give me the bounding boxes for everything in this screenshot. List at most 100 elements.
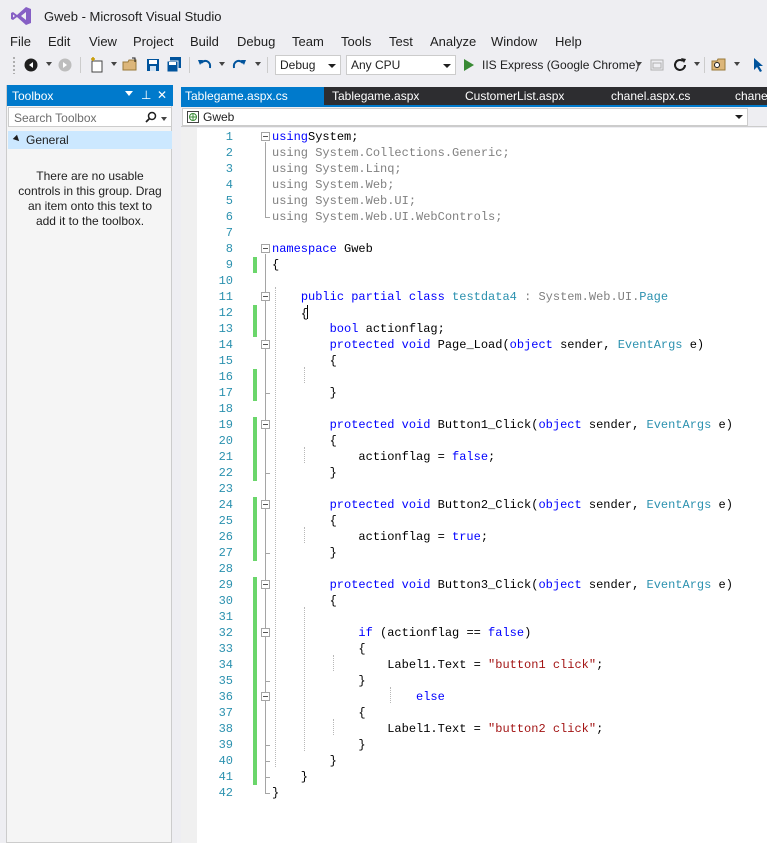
menu-analyze[interactable]: Analyze [430,34,476,49]
search-options-caret[interactable] [161,117,167,121]
menu-team[interactable]: Team [292,34,324,49]
code-line[interactable]: { [272,257,279,273]
code-line[interactable]: } [272,769,308,785]
run-target-dropdown-caret[interactable] [636,62,642,66]
refresh-browser-button[interactable] [671,55,689,75]
menu-window[interactable]: Window [491,34,537,49]
collapse-outline-button[interactable] [261,628,270,637]
open-file-button[interactable] [121,55,139,75]
code-line[interactable]: public partial class testdata4 : System.… [272,289,668,305]
code-line[interactable]: } [272,465,337,481]
collapse-outline-button[interactable] [261,580,270,589]
new-project-button[interactable] [88,55,106,75]
menu-file[interactable]: File [10,34,31,49]
solution-platform-select[interactable]: Any CPU [346,55,456,75]
collapse-outline-button[interactable] [261,244,270,253]
menu-test[interactable]: Test [389,34,413,49]
code-line[interactable]: } [272,545,337,561]
collapse-outline-button[interactable] [261,132,270,141]
new-dropdown-caret[interactable] [111,62,117,66]
tab-tablegame-aspx-cs[interactable]: Tablegame.aspx.cs [181,87,324,105]
change-tracking-bar [253,369,257,385]
menu-project[interactable]: Project [133,34,173,49]
back-arrow-icon [24,58,38,72]
window-position-icon[interactable] [125,91,133,96]
code-line[interactable]: namespace Gweb [272,241,373,257]
code-area[interactable]: 1 usingSystem; 2 using System.Collections.G… [181,128,767,843]
solution-configuration-select[interactable]: Debug [275,55,341,75]
line-number: 35 [218,674,233,688]
navigate-back-button[interactable] [22,55,40,75]
undo-dropdown-caret[interactable] [219,62,225,66]
code-line[interactable]: using System.Collections.Generic; [272,145,510,161]
code-token: } [272,786,280,800]
collapse-outline-button[interactable] [261,692,270,701]
code-line[interactable]: using System.Web.UI; [272,193,416,209]
tab-chanel-aspx-cs[interactable]: chanel.aspx.cs [607,87,727,105]
toolbar-grip[interactable] [12,56,16,74]
collapse-outline-button[interactable] [261,340,270,349]
overflow-toolbar-button[interactable] [750,55,766,75]
code-line[interactable]: } [272,785,279,801]
undo-button[interactable] [196,55,214,75]
code-line[interactable]: using System.Linq; [272,161,402,177]
close-icon[interactable]: ✕ [157,88,167,102]
collapse-outline-button[interactable] [261,420,270,429]
line-number: 40 [218,754,233,768]
code-line[interactable]: protected void Button3_Click(object send… [272,577,733,593]
refresh-dropdown-caret[interactable] [694,62,700,66]
code-line[interactable]: { [272,641,365,657]
code-line[interactable]: using System.Web; [272,177,394,193]
panel-splitter[interactable] [173,77,181,843]
menu-help[interactable]: Help [555,34,582,49]
search-icon[interactable] [145,111,157,123]
code-line[interactable]: Label1.Text = "button2 click"; [272,721,603,737]
code-line[interactable]: protected void Button1_Click(object send… [272,417,733,433]
menu-tools[interactable]: Tools [341,34,371,49]
tab-tablegame-aspx[interactable]: Tablegame.aspx [328,87,457,105]
redo-button[interactable] [230,55,248,75]
menu-build[interactable]: Build [190,34,219,49]
code-line[interactable]: Label1.Text = "button1 click"; [272,657,603,673]
collapse-outline-button[interactable] [261,292,270,301]
code-line[interactable]: { [272,305,309,321]
navigate-forward-button[interactable] [57,55,73,75]
pin-icon[interactable]: ⊥ [141,88,151,102]
line-number: 36 [218,690,233,704]
line-number: 12 [218,306,233,320]
save-all-button[interactable] [166,55,182,75]
menu-edit[interactable]: Edit [48,34,70,49]
code-line[interactable]: using System.Web.UI.WebControls; [272,209,502,225]
menu-debug[interactable]: Debug [237,34,275,49]
project-select[interactable]: Gweb [182,108,748,126]
browser-link-button[interactable] [649,55,665,75]
start-debugging-button[interactable]: IIS Express (Google Chrome) [464,55,639,75]
code-line[interactable]: } [272,753,337,769]
code-line[interactable]: protected void Page_Load(object sender, … [272,337,705,353]
code-line[interactable]: actionflag = false; [272,449,495,465]
find-in-files-button[interactable] [710,55,728,75]
redo-dropdown-caret[interactable] [255,62,261,66]
toolbox-group-general[interactable]: General [8,131,172,149]
code-line[interactable]: { [272,705,365,721]
code-line[interactable]: protected void Button2_Click(object send… [272,497,733,513]
tab-customerlist-aspx[interactable]: CustomerList.aspx [461,87,603,105]
code-line[interactable]: bool actionflag; [272,321,445,337]
code-line[interactable]: usingSystem; [272,129,358,145]
find-dropdown-caret[interactable] [734,62,740,66]
back-dropdown-caret[interactable] [46,62,52,66]
collapse-outline-button[interactable] [261,500,270,509]
code-line[interactable]: else [272,689,445,705]
menu-view[interactable]: View [89,34,117,49]
tab-chanel[interactable]: chanel [731,87,767,105]
code-line[interactable]: } [272,385,337,401]
code-line[interactable]: if (actionflag == false) [272,625,531,641]
save-button[interactable] [145,55,161,75]
code-token: } [272,674,366,688]
toolbar-separator [267,57,268,73]
code-line[interactable]: } [272,673,366,689]
code-editor[interactable]: 1 usingSystem; 2 using System.Collections.G… [181,128,767,843]
code-line[interactable]: } [272,737,365,753]
toolbar-separator [704,57,705,73]
toolbox-search-input[interactable]: Search Toolbox [8,107,172,127]
